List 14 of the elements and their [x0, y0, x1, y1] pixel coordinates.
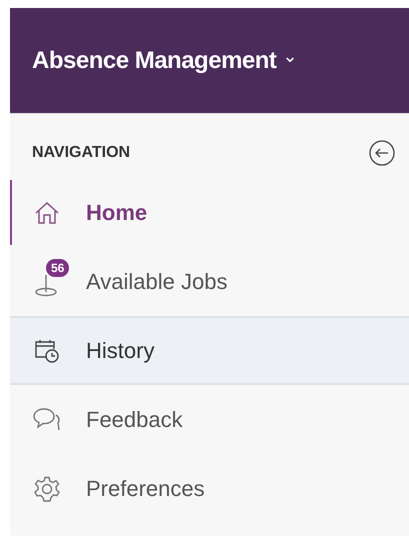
- collapse-icon[interactable]: [369, 140, 395, 166]
- calendar-clock-icon: [34, 338, 60, 364]
- chat-icon: [33, 406, 61, 432]
- app-title[interactable]: Absence Management: [32, 46, 276, 74]
- nav-item[interactable]: History: [10, 316, 409, 385]
- caret-icon[interactable]: ⌄: [282, 44, 298, 66]
- nav-item[interactable]: 56 Available Jobs: [10, 247, 409, 316]
- nav-item[interactable]: Preferences: [10, 454, 409, 523]
- count-badge: 56: [46, 258, 70, 276]
- nav-item[interactable]: Feedback: [10, 385, 409, 454]
- settings-icon: [34, 476, 60, 502]
- navigation-heading: NAVIGATION: [32, 144, 130, 162]
- home-icon: [34, 200, 60, 224]
- nav-item[interactable]: Home: [10, 178, 409, 247]
